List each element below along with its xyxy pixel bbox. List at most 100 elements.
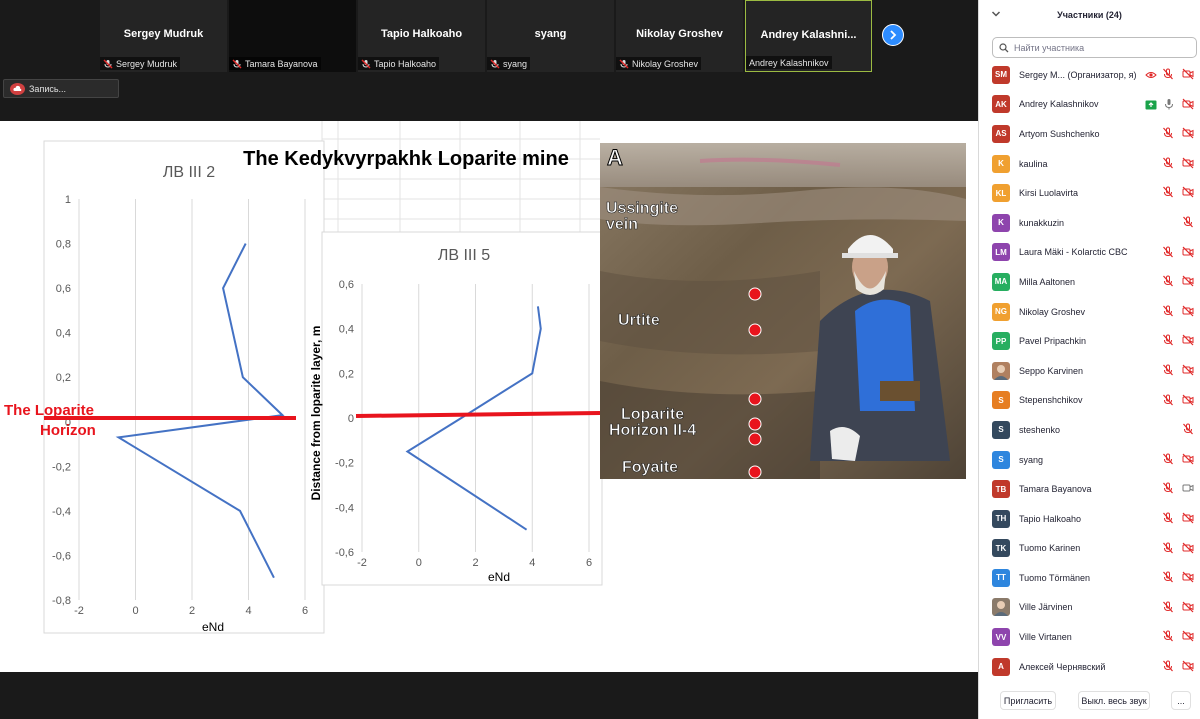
participant-row[interactable]: NG Nikolay Groshev [979,297,1200,327]
camera-off-icon[interactable] [1182,305,1194,317]
recording-indicator[interactable]: Запись... [3,79,119,98]
mic-muted-icon[interactable] [1162,660,1174,672]
mic-muted-icon[interactable] [1162,364,1174,376]
camera-off-icon[interactable] [1182,186,1194,198]
chart-title: ЛВ III 2 [163,164,215,181]
mic-muted-icon[interactable] [1162,334,1174,346]
avatar-photo [992,598,1010,617]
mic-muted-icon[interactable] [1162,246,1174,258]
mic-muted-icon[interactable] [1162,512,1174,524]
avatar: AK [992,95,1010,114]
participant-row[interactable]: Ville Järvinen [979,593,1200,623]
participant-row[interactable]: TT Tuomo Törmänen [979,563,1200,593]
participant-row[interactable]: Kkaulina [979,149,1200,179]
participant-row[interactable]: MA Milla Aaltonen [979,267,1200,297]
participant-row[interactable]: TK Tuomo Karinen [979,534,1200,564]
camera-off-icon[interactable] [1182,542,1194,554]
video-tile-name: Nikolay Groshev [636,28,723,40]
panel-footer: Пригласить Выкл. весь звук ... [979,688,1200,714]
participant-row[interactable]: LM Laura Mäki - Kolarctic CBC [979,238,1200,268]
participant-name: Pavel Pripachkin [1019,336,1087,347]
mic-muted-icon [619,59,629,68]
x-tick-label: 6 [586,557,592,569]
camera-off-icon[interactable] [1182,275,1194,287]
camera-off-icon[interactable] [1182,571,1194,583]
participant-row[interactable]: AS Artyom Sushchenko [979,119,1200,149]
camera-off-icon[interactable] [1182,246,1194,258]
participant-row[interactable]: S Stepenshchikov [979,386,1200,416]
mic-muted-icon[interactable] [1162,630,1174,642]
search-input[interactable] [1014,42,1184,53]
participant-search[interactable] [992,37,1197,58]
video-tile[interactable]: Tamara Bayanova [229,0,356,72]
participant-name: Nikolay Groshev [1019,306,1086,317]
x-tick-label: 0 [416,557,422,569]
avatar: VV [992,628,1010,647]
mic-muted-icon[interactable] [1162,601,1174,613]
participant-row[interactable]: Ssteshenko [979,415,1200,445]
screen-share-icon [1145,72,1157,78]
camera-off-icon[interactable] [1182,364,1194,376]
mic-muted-icon[interactable] [1162,453,1174,465]
participant-row[interactable]: KL Kirsi Luolavirta [979,178,1200,208]
mic-muted-icon[interactable] [1162,394,1174,406]
avatar: TH [992,509,1010,528]
participant-row[interactable]: Ssyang [979,445,1200,475]
participant-row[interactable]: A Алексей Чернявский [979,652,1200,682]
participant-row[interactable]: Kkunakkuzin [979,208,1200,238]
mic-muted-icon[interactable] [1182,423,1194,435]
participant-name: Sergey M... (Организатор, я) [1019,69,1137,80]
chart-1-frame [43,140,325,634]
mute-all-button[interactable]: Выкл. весь звук [1078,691,1150,710]
camera-off-icon[interactable] [1182,127,1194,139]
y-tick-label: 0,2 [56,372,71,384]
participant-row[interactable]: SM Sergey M... (Организатор, я) [979,60,1200,90]
camera-off-icon[interactable] [1182,601,1194,613]
video-tile[interactable]: Andrey Kalashni... Andrey Kalashnikov [745,0,872,72]
horizon-label-line1: The Loparite [4,402,94,419]
mic-muted-icon[interactable] [1162,571,1174,583]
mic-on-icon[interactable] [1163,98,1175,110]
mic-muted-icon[interactable] [1182,216,1194,228]
participant-row[interactable]: PP Pavel Pripachkin [979,326,1200,356]
mic-muted-icon[interactable] [1162,305,1174,317]
recording-label: Запись... [29,83,67,94]
y-tick-label: -0,2 [52,461,71,473]
participant-row[interactable]: TH Tapio Halkoaho [979,504,1200,534]
y-tick-label: 0,6 [339,279,354,291]
video-tile[interactable]: Nikolay Groshev Nikolay Groshev [616,0,743,72]
invite-button[interactable]: Пригласить [1000,691,1056,710]
mic-muted-icon[interactable] [1162,127,1174,139]
participant-row[interactable]: AK Andrey Kalashnikov [979,90,1200,120]
mic-muted-icon[interactable] [1162,542,1174,554]
video-tile[interactable]: Sergey Mudruk Sergey Mudruk [100,0,227,72]
next-page-button[interactable] [882,24,904,46]
mic-muted-icon[interactable] [1162,157,1174,169]
video-tile-label-text: Nikolay Groshev [632,58,699,69]
camera-off-icon[interactable] [1182,68,1194,80]
mic-muted-icon[interactable] [1162,186,1174,198]
camera-off-icon[interactable] [1182,98,1194,110]
camera-off-icon[interactable] [1182,334,1194,346]
mic-muted-icon[interactable] [1162,68,1174,80]
participant-row[interactable]: TB Tamara Bayanova [979,474,1200,504]
camera-off-icon[interactable] [1182,630,1194,642]
camera-off-icon[interactable] [1182,453,1194,465]
sample-point-marker [748,432,762,446]
participant-row[interactable]: VV Ville Virtanen [979,622,1200,652]
chevron-down-icon[interactable] [991,9,1001,19]
y-tick-label: 0 [348,413,354,425]
participant-row[interactable]: Seppo Karvinen [979,356,1200,386]
mic-muted-icon[interactable] [1162,275,1174,287]
more-options-button[interactable]: ... [1171,691,1191,710]
video-tile[interactable]: syang syang [487,0,614,72]
camera-off-icon[interactable] [1182,394,1194,406]
camera-icon[interactable] [1182,482,1194,494]
camera-off-icon[interactable] [1182,512,1194,524]
mic-muted-icon[interactable] [1162,482,1174,494]
y-tick-label: -0,2 [335,458,354,470]
x-tick-label: 2 [189,605,195,617]
camera-off-icon[interactable] [1182,157,1194,169]
camera-off-icon[interactable] [1182,660,1194,672]
video-tile[interactable]: Tapio Halkoaho Tapio Halkoaho [358,0,485,72]
